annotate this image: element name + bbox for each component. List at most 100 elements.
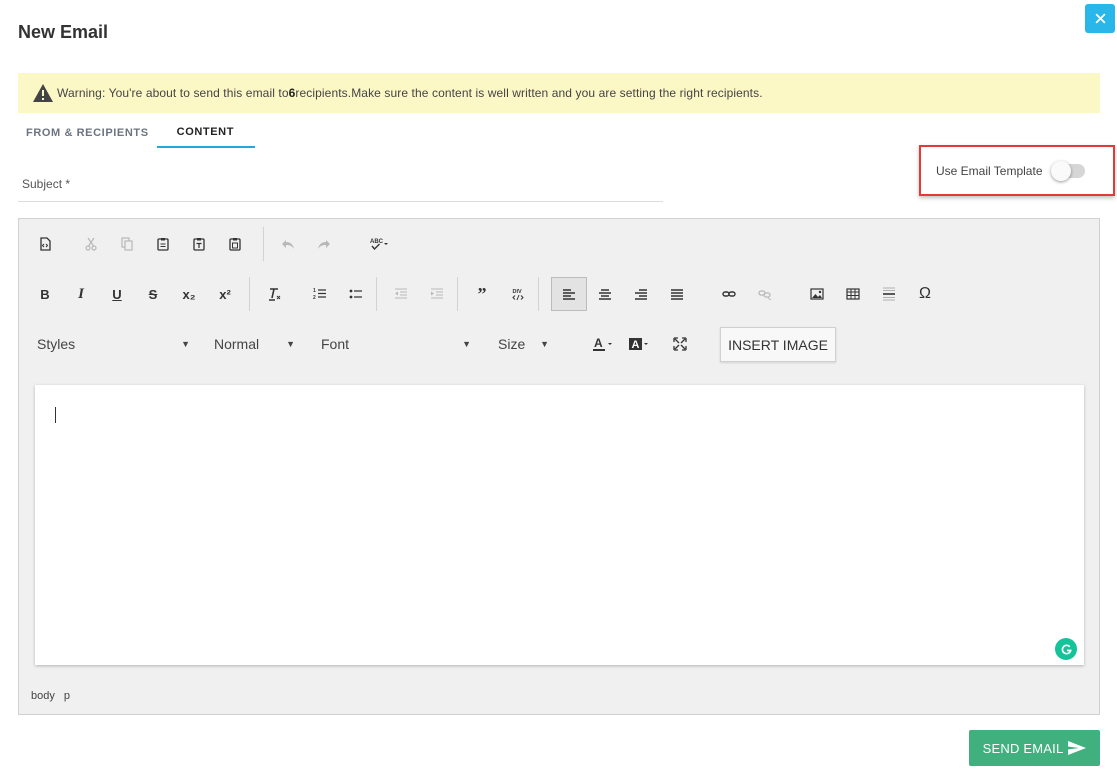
copy-icon	[121, 237, 133, 251]
path-element-p[interactable]: p	[64, 690, 70, 702]
toolbar-separator	[249, 277, 250, 311]
align-center-button[interactable]	[593, 282, 617, 306]
svg-text:2: 2	[313, 295, 316, 301]
toolbar-separator	[376, 277, 377, 311]
create-div-button[interactable]: DIV	[506, 282, 530, 306]
tab-content[interactable]: CONTENT	[156, 117, 256, 148]
link-button[interactable]	[717, 282, 741, 306]
increase-indent-button[interactable]	[425, 282, 449, 306]
send-email-button[interactable]: SEND EMAIL	[969, 730, 1100, 766]
background-color-button[interactable]: A	[626, 332, 654, 356]
toolbar-row-2: B I U S x₂ x² 12 ” DIV Ω	[33, 276, 949, 312]
blockquote-button[interactable]: ”	[470, 282, 494, 306]
text-color-icon: A	[593, 337, 612, 351]
align-center-icon	[599, 289, 611, 300]
horizontal-line-button[interactable]	[877, 282, 901, 306]
justify-button[interactable]	[665, 282, 689, 306]
toolbar-separator	[457, 277, 458, 311]
subject-field[interactable]: Subject *	[18, 170, 663, 202]
bold-button[interactable]: B	[33, 282, 57, 306]
use-email-template-toggle[interactable]	[1050, 160, 1085, 181]
font-dropdown[interactable]: Font ▼	[321, 329, 471, 359]
numbered-list-icon: 12	[313, 288, 326, 301]
redo-button[interactable]	[312, 232, 336, 256]
editor-content-area[interactable]	[35, 385, 1084, 665]
numbered-list-button[interactable]: 12	[308, 282, 332, 306]
blockquote-icon: ”	[477, 283, 487, 304]
close-icon	[1094, 13, 1106, 24]
toolbar-row-1: ABC	[33, 226, 406, 262]
subscript-button[interactable]: x₂	[177, 282, 201, 306]
svg-text:1: 1	[313, 288, 316, 294]
toolbar-separator	[538, 277, 539, 311]
warning-triangle-icon	[33, 84, 53, 102]
source-button[interactable]	[33, 232, 57, 256]
table-icon	[846, 288, 860, 300]
tab-from-recipients[interactable]: FROM & RECIPIENTS	[18, 117, 157, 148]
bulleted-list-icon	[349, 289, 362, 299]
strikethrough-icon: S	[148, 286, 158, 302]
undo-icon	[282, 240, 294, 249]
warning-text-suffix: recipients.Make sure the content is well…	[295, 86, 763, 100]
div-container-icon: DIV	[512, 289, 524, 301]
image-button[interactable]	[805, 282, 829, 306]
align-right-button[interactable]	[629, 282, 653, 306]
underline-button[interactable]: U	[105, 282, 129, 306]
toolbar-row-3: Styles ▼ Normal ▼ Font ▼ Size ▼ A A	[37, 326, 704, 362]
insert-image-button[interactable]: INSERT IMAGE	[720, 327, 836, 362]
clipboard-icon	[157, 238, 169, 251]
table-button[interactable]	[841, 282, 865, 306]
bulleted-list-button[interactable]	[344, 282, 368, 306]
remove-format-button[interactable]	[262, 282, 286, 306]
italic-icon: I	[78, 285, 84, 302]
use-email-template-section: Use Email Template	[919, 145, 1115, 196]
chevron-down-icon: ▼	[181, 339, 190, 349]
styles-dropdown[interactable]: Styles ▼	[37, 329, 190, 359]
copy-button[interactable]	[115, 232, 139, 256]
paste-word-icon	[229, 238, 241, 251]
svg-text:DIV: DIV	[513, 289, 523, 295]
grammarly-icon[interactable]	[1055, 638, 1077, 660]
strikethrough-button[interactable]: S	[141, 282, 165, 306]
chevron-down-icon: ▼	[540, 339, 549, 349]
bold-icon: B	[40, 286, 50, 302]
spellcheck-button[interactable]: ABC	[364, 232, 394, 256]
font-dropdown-label: Font	[321, 336, 350, 352]
paste-text-button[interactable]	[187, 232, 211, 256]
cut-button[interactable]	[79, 232, 103, 256]
scissors-icon	[85, 237, 97, 251]
recipient-count: 6	[288, 86, 296, 100]
maximize-button[interactable]	[668, 332, 692, 356]
background-color-icon: A	[629, 338, 648, 351]
size-dropdown[interactable]: Size ▼	[498, 329, 549, 359]
chevron-down-icon: ▼	[462, 339, 471, 349]
close-button[interactable]	[1085, 4, 1115, 33]
use-email-template-label: Use Email Template	[936, 163, 1043, 178]
superscript-icon: x²	[219, 286, 231, 302]
warning-text-prefix: Warning: You're about to send this email…	[57, 86, 289, 100]
align-justify-icon	[671, 289, 683, 300]
warning-banner: Warning: You're about to send this email…	[18, 73, 1100, 113]
undo-button[interactable]	[276, 232, 300, 256]
superscript-button[interactable]: x²	[213, 282, 237, 306]
omega-icon: Ω	[919, 285, 931, 302]
special-character-button[interactable]: Ω	[913, 282, 937, 306]
decrease-indent-button[interactable]	[389, 282, 413, 306]
styles-dropdown-label: Styles	[37, 336, 76, 352]
align-left-button[interactable]	[551, 277, 587, 311]
unlink-button[interactable]	[753, 282, 777, 306]
redo-icon	[318, 240, 330, 249]
paste-word-button[interactable]	[223, 232, 247, 256]
paste-button[interactable]	[151, 232, 175, 256]
chevron-down-icon: ▼	[286, 339, 295, 349]
text-color-button[interactable]: A	[590, 332, 618, 356]
format-dropdown[interactable]: Normal ▼	[214, 329, 295, 359]
subject-label: Subject *	[22, 177, 71, 191]
subscript-icon: x₂	[182, 286, 196, 302]
source-icon	[40, 237, 51, 251]
send-icon	[1068, 741, 1087, 755]
path-element-body[interactable]: body	[31, 690, 55, 702]
element-path-bar: body p	[19, 681, 79, 711]
italic-button[interactable]: I	[69, 282, 93, 306]
maximize-icon	[673, 337, 687, 351]
